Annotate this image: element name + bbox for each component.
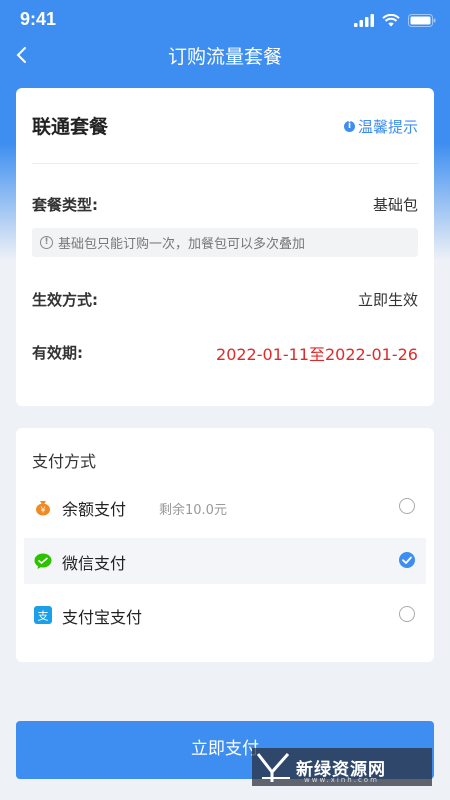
status-icons bbox=[354, 12, 436, 28]
watermark: 新绿资源网 www.xinh.com bbox=[252, 748, 432, 786]
pay-option-label: 余额支付 bbox=[62, 500, 127, 519]
radio-alipay[interactable] bbox=[399, 606, 415, 622]
plan-type-value: 基础包 bbox=[372, 196, 418, 214]
signal-icon bbox=[354, 13, 374, 27]
status-time: 9:41 bbox=[20, 9, 57, 29]
notice-text: 基础包只能订购一次，加餐包可以多次叠加 bbox=[58, 237, 306, 252]
plan-type-label: 套餐类型: bbox=[32, 196, 98, 214]
money-bag-icon: ¥ bbox=[36, 501, 50, 516]
status-bar: 9:41 bbox=[0, 0, 450, 40]
battery-icon bbox=[408, 13, 436, 27]
tip-link[interactable]: i 温馨提示 bbox=[343, 116, 418, 137]
info-icon: i bbox=[343, 121, 355, 132]
warning-info-icon: ! bbox=[40, 236, 53, 249]
effect-label: 生效方式: bbox=[32, 291, 98, 309]
tip-label: 温馨提示 bbox=[357, 118, 418, 136]
watermark-logo bbox=[256, 753, 290, 782]
divider bbox=[32, 163, 418, 164]
check-icon bbox=[402, 556, 412, 564]
plan-card: 联通套餐 i 温馨提示 套餐类型: 基础包 ! 基础包只能订购一次，加餐包可以多… bbox=[16, 88, 434, 406]
plan-title: 联通套餐 bbox=[32, 116, 109, 138]
page-title: 订购流量套餐 bbox=[167, 46, 282, 68]
pay-option-label: 支付宝支付 bbox=[62, 608, 143, 627]
payment-card: 支付方式 ¥ 余额支付 剩余10.0元 微信支付 支 支付宝支付 bbox=[16, 428, 434, 662]
plan-notice: ! 基础包只能订购一次，加餐包可以多次叠加 bbox=[32, 228, 418, 257]
radio-wechat[interactable] bbox=[399, 552, 415, 568]
validity-value: 2022-01-11至2022-01-26 bbox=[216, 345, 418, 364]
wifi-icon bbox=[382, 13, 400, 26]
effect-value: 立即生效 bbox=[357, 291, 418, 309]
pay-option-alipay[interactable]: 支 支付宝支付 bbox=[24, 592, 426, 638]
wechat-icon bbox=[34, 553, 52, 569]
svg-text:支: 支 bbox=[38, 610, 49, 623]
pay-option-balance[interactable]: ¥ 余额支付 剩余10.0元 bbox=[24, 484, 426, 530]
payment-title: 支付方式 bbox=[32, 452, 97, 471]
svg-text:¥: ¥ bbox=[40, 506, 45, 515]
alipay-icon: 支 bbox=[34, 606, 52, 624]
pay-option-wechat[interactable]: 微信支付 bbox=[24, 538, 426, 584]
pay-option-label: 微信支付 bbox=[62, 554, 127, 573]
radio-balance[interactable] bbox=[399, 498, 415, 514]
validity-label: 有效期: bbox=[32, 344, 83, 362]
nav-bar: 订购流量套餐 bbox=[0, 38, 450, 74]
balance-remaining: 剩余10.0元 bbox=[159, 503, 227, 518]
watermark-url: www.xinh.com bbox=[304, 776, 379, 784]
